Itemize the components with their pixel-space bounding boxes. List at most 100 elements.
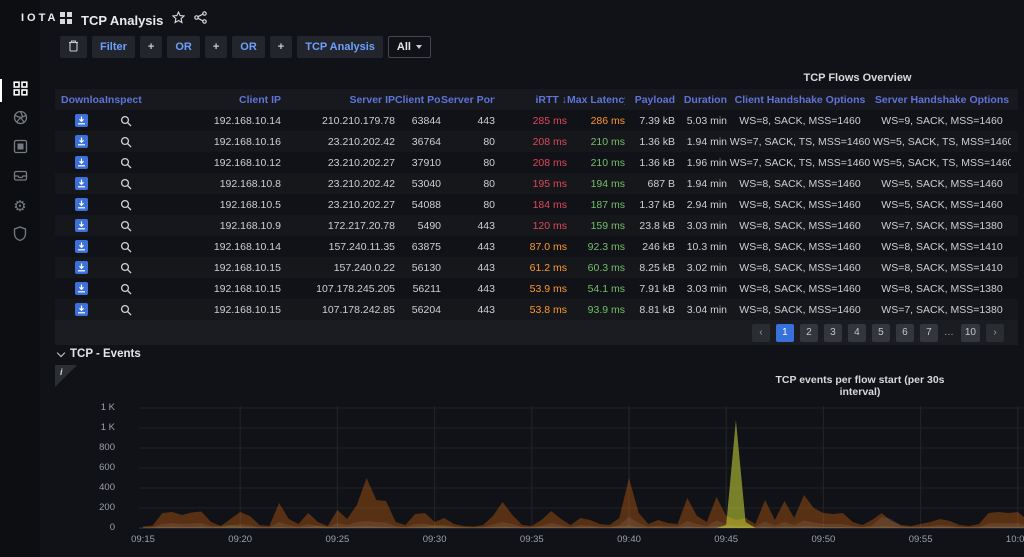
download-button[interactable] bbox=[75, 240, 88, 253]
page-button-10[interactable]: 10 bbox=[961, 324, 980, 342]
max-latency-cell: 92.3 ms bbox=[567, 241, 625, 253]
add-filter-button-2[interactable]: + bbox=[205, 36, 227, 58]
add-filter-button-3[interactable]: + bbox=[270, 36, 292, 58]
duration-cell: 5.03 min bbox=[675, 115, 727, 127]
sidebar-item-dashboards[interactable] bbox=[0, 76, 40, 105]
download-button[interactable] bbox=[75, 303, 88, 316]
inspect-button[interactable] bbox=[119, 156, 133, 170]
column-header-duration[interactable]: Duration bbox=[675, 94, 727, 106]
server-port-cell: 80 bbox=[441, 157, 495, 169]
column-header-client-ip[interactable]: Client IP bbox=[153, 94, 281, 106]
delete-filter-button[interactable] bbox=[60, 36, 87, 58]
inspect-button[interactable] bbox=[119, 303, 133, 317]
star-icon[interactable] bbox=[172, 11, 185, 29]
payload-cell: 1.36 kB bbox=[625, 157, 675, 169]
x-tick-label: 09:45 bbox=[706, 534, 746, 545]
inspect-button[interactable] bbox=[119, 261, 133, 275]
page-button-2[interactable]: 2 bbox=[800, 324, 818, 342]
download-button[interactable] bbox=[75, 177, 88, 190]
x-tick-label: 09:15 bbox=[123, 534, 163, 545]
column-header-max-latency[interactable]: Max Latency bbox=[567, 94, 625, 106]
irtt-cell: 53.9 ms bbox=[495, 283, 567, 295]
add-filter-button-1[interactable]: + bbox=[140, 36, 162, 58]
column-header-download[interactable]: Download bbox=[61, 94, 105, 106]
inspect-button[interactable] bbox=[119, 135, 133, 149]
column-header-server-ip[interactable]: Server IP bbox=[281, 94, 395, 106]
sidebar-item-security[interactable] bbox=[0, 221, 40, 250]
inspect-button[interactable] bbox=[119, 114, 133, 128]
download-button[interactable] bbox=[75, 261, 88, 274]
or-button-1[interactable]: OR bbox=[167, 36, 200, 58]
sidebar-item-storage[interactable] bbox=[0, 163, 40, 192]
download-button[interactable] bbox=[75, 219, 88, 232]
inspect-button[interactable] bbox=[119, 219, 133, 233]
y-tick-label: 0 bbox=[73, 522, 115, 534]
server-ip-cell: 23.210.202.27 bbox=[281, 199, 395, 211]
inspect-button[interactable] bbox=[119, 177, 133, 191]
sidebar-item-apps[interactable] bbox=[0, 105, 40, 134]
x-tick-label: 09:40 bbox=[609, 534, 649, 545]
all-dropdown[interactable]: All bbox=[388, 36, 431, 58]
shutter-icon bbox=[13, 110, 28, 130]
max-latency-cell: 194 ms bbox=[567, 178, 625, 190]
or-button-2[interactable]: OR bbox=[232, 36, 265, 58]
sidebar-item-monitor[interactable] bbox=[0, 134, 40, 163]
page-button-1[interactable]: 1 bbox=[776, 324, 794, 342]
download-cell bbox=[61, 261, 105, 274]
download-button[interactable] bbox=[75, 282, 88, 295]
inspect-cell bbox=[105, 261, 153, 275]
column-header-inspect[interactable]: Inspect bbox=[105, 94, 153, 106]
column-header-payload[interactable]: Payload bbox=[625, 94, 675, 106]
inspect-button[interactable] bbox=[119, 198, 133, 212]
page-next-button[interactable]: › bbox=[986, 324, 1004, 342]
panel-info-corner[interactable] bbox=[55, 365, 77, 387]
server-ip-cell: 23.210.202.42 bbox=[281, 178, 395, 190]
server-handshake-cell: WS=5, SACK, MSS=1460 bbox=[873, 199, 1011, 211]
column-header-client-handshake-options[interactable]: Client Handshake Options bbox=[727, 94, 873, 106]
client-port-cell: 53040 bbox=[395, 178, 441, 190]
page-button-5[interactable]: 5 bbox=[872, 324, 890, 342]
column-header-irtt-[interactable]: iRTT ↓ bbox=[495, 94, 567, 106]
table-row: 192.168.10.12 23.210.202.27 37910 80 208… bbox=[55, 152, 1018, 173]
monitor-box-icon bbox=[13, 139, 28, 159]
server-ip-cell: 172.217.20.78 bbox=[281, 220, 395, 232]
download-button[interactable] bbox=[75, 156, 88, 169]
irtt-cell: 184 ms bbox=[495, 199, 567, 211]
download-button[interactable] bbox=[75, 198, 88, 211]
tcp-events-section-toggle[interactable]: TCP - Events bbox=[58, 348, 141, 360]
column-header-server-handshake-options[interactable]: Server Handshake Options bbox=[873, 94, 1011, 106]
chevron-down-icon bbox=[57, 348, 65, 356]
download-button[interactable] bbox=[75, 114, 88, 127]
server-port-cell: 443 bbox=[441, 115, 495, 127]
client-handshake-cell: WS=8, SACK, MSS=1460 bbox=[727, 304, 873, 316]
scope-button[interactable]: TCP Analysis bbox=[297, 36, 383, 58]
sidebar-item-settings[interactable]: ⚙ bbox=[0, 192, 40, 221]
page-prev-button[interactable]: ‹ bbox=[752, 324, 770, 342]
inspect-button[interactable] bbox=[119, 240, 133, 254]
column-header-server-port[interactable]: Server Port bbox=[441, 94, 495, 106]
max-latency-cell: 93.9 ms bbox=[567, 304, 625, 316]
server-handshake-cell: WS=5, SACK, TS, MSS=1460 bbox=[873, 136, 1011, 148]
page-button-7[interactable]: 7 bbox=[920, 324, 938, 342]
server-ip-cell: 107.178.242.85 bbox=[281, 304, 395, 316]
client-handshake-cell: WS=8, SACK, MSS=1460 bbox=[727, 262, 873, 274]
client-handshake-cell: WS=8, SACK, MSS=1460 bbox=[727, 220, 873, 232]
server-handshake-cell: WS=5, SACK, MSS=1460 bbox=[873, 178, 1011, 190]
column-header-client-port[interactable]: Client Port bbox=[395, 94, 441, 106]
server-ip-cell: 157.240.0.22 bbox=[281, 262, 395, 274]
page-button-6[interactable]: 6 bbox=[896, 324, 914, 342]
inspect-button[interactable] bbox=[119, 282, 133, 296]
page-button-3[interactable]: 3 bbox=[824, 324, 842, 342]
x-tick-label: 09:30 bbox=[415, 534, 455, 545]
irtt-cell: 208 ms bbox=[495, 157, 567, 169]
filter-button[interactable]: Filter bbox=[92, 36, 135, 58]
server-handshake-cell: WS=8, SACK, MSS=1380 bbox=[873, 283, 1011, 295]
table-row: 192.168.10.14 157.240.11.35 63875 443 87… bbox=[55, 236, 1018, 257]
download-button[interactable] bbox=[75, 135, 88, 148]
payload-cell: 687 B bbox=[625, 178, 675, 190]
share-icon[interactable] bbox=[194, 11, 207, 29]
page-button-4[interactable]: 4 bbox=[848, 324, 866, 342]
duration-cell: 1.94 min bbox=[675, 136, 727, 148]
download-cell bbox=[61, 282, 105, 295]
client-port-cell: 56211 bbox=[395, 283, 441, 295]
